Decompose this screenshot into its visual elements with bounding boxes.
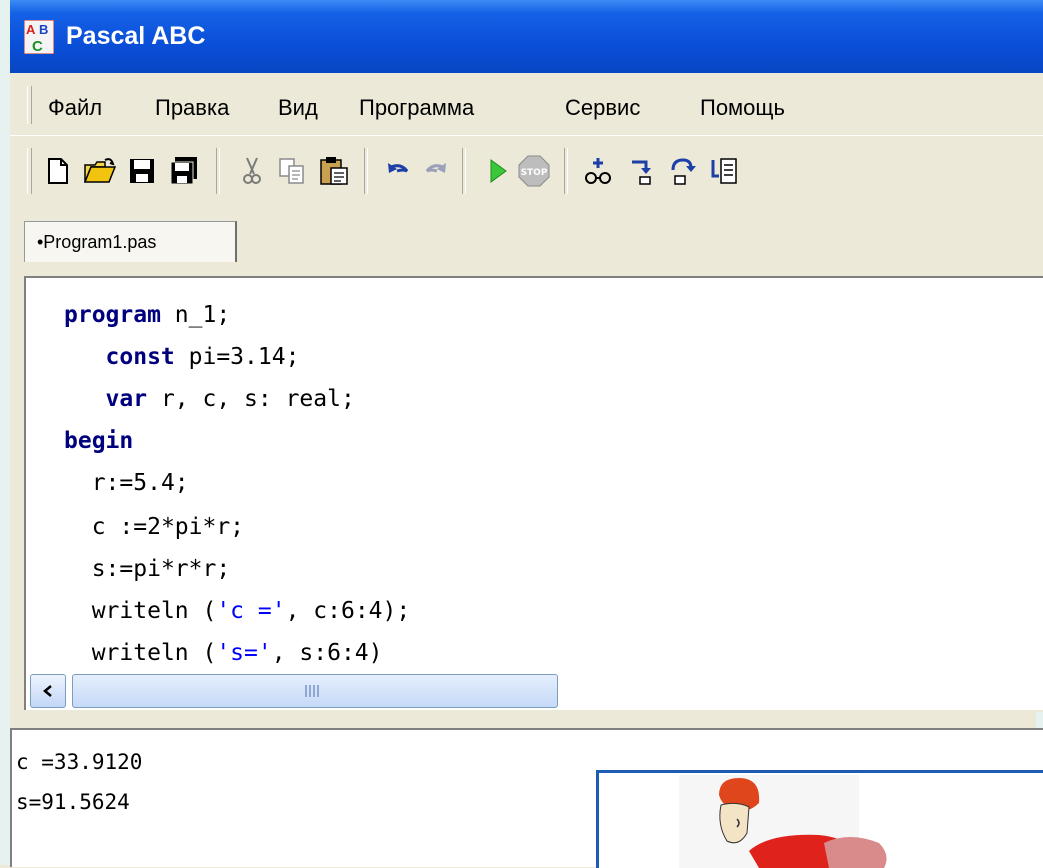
- undo-icon: [388, 163, 409, 173]
- code-line[interactable]: const pi=3.14;: [64, 344, 300, 370]
- menu-grip[interactable]: [27, 86, 32, 124]
- add-watch-button[interactable]: [580, 154, 616, 188]
- scrollbar-grip: [305, 685, 321, 697]
- menu-service[interactable]: Сервис: [565, 95, 640, 121]
- cut-button[interactable]: [234, 154, 270, 188]
- svg-text:STOP: STOP: [521, 168, 548, 178]
- horizontal-scrollbar[interactable]: [24, 670, 1043, 710]
- illustration: [596, 770, 1043, 868]
- copy-button[interactable]: [274, 154, 310, 188]
- keyword: var: [105, 386, 148, 412]
- toolbar-separator: [564, 148, 568, 194]
- menu-file[interactable]: Файл: [48, 95, 102, 121]
- menu-program[interactable]: Программа: [359, 95, 474, 121]
- code-line[interactable]: c :=2*pi*r;: [64, 514, 244, 540]
- run-icon: [490, 159, 507, 183]
- redo-button[interactable]: [418, 154, 454, 188]
- code-editor[interactable]: program n_1; const pi=3.14; var r, c, s:…: [24, 276, 1043, 678]
- scrollbar-thumb[interactable]: [72, 674, 558, 708]
- open-file-button[interactable]: [82, 154, 118, 188]
- code-line[interactable]: writeln ('c =', c:6:4);: [64, 598, 411, 624]
- open-folder-icon: [83, 158, 117, 183]
- chevron-left-icon: [43, 685, 52, 697]
- code-line[interactable]: r:=5.4;: [64, 470, 189, 496]
- toolbar: STOP: [10, 135, 1043, 208]
- svg-text:C: C: [32, 38, 43, 54]
- code-line[interactable]: var r, c, s: real;: [64, 386, 355, 412]
- keyword: const: [105, 344, 175, 370]
- keyword: begin: [64, 428, 134, 454]
- cut-icon: [243, 157, 261, 184]
- output-line: s=91.5624: [16, 790, 130, 814]
- menu-view[interactable]: Вид: [278, 95, 318, 121]
- toolbar-separator: [364, 148, 368, 194]
- tab-program1[interactable]: •Program1.pas: [24, 221, 237, 262]
- tab-label: •Program1.pas: [37, 232, 157, 252]
- string-literal: 'c =': [216, 598, 286, 624]
- cartoon-figure-image: [599, 773, 1043, 868]
- menu-edit[interactable]: Правка: [155, 95, 229, 121]
- string-literal: 's=': [216, 640, 272, 666]
- code-line[interactable]: s:=pi*r*r;: [64, 556, 230, 582]
- stop-button[interactable]: STOP: [516, 154, 552, 188]
- new-file-button[interactable]: [40, 154, 76, 188]
- step-over-button[interactable]: [666, 154, 702, 188]
- keyword: program: [64, 302, 161, 328]
- paste-icon: [320, 157, 348, 185]
- code-line[interactable]: writeln ('s=', s:6:4): [64, 640, 383, 666]
- scroll-left-button[interactable]: [30, 674, 66, 708]
- svg-text:B: B: [39, 22, 48, 37]
- toolbar-grip[interactable]: [27, 148, 32, 194]
- add-watch-icon: [585, 158, 611, 184]
- editor-pane: program n_1; const pi=3.14; var r, c, s:…: [10, 262, 1043, 712]
- output-line: c =33.9120: [16, 750, 143, 774]
- pascal-abc-app-icon: A B C: [24, 20, 54, 54]
- step-over-icon: [671, 158, 696, 185]
- redo-icon: [425, 163, 446, 173]
- toolbar-separator: [462, 148, 466, 194]
- menu-bar: Файл Правка Вид Программа Сервис Помощь: [10, 73, 1043, 135]
- step-into-button[interactable]: [624, 154, 660, 188]
- evaluate-icon: [711, 158, 737, 184]
- slide-background-left: [0, 0, 10, 865]
- window-title: Pascal ABC: [66, 22, 206, 50]
- new-file-icon: [48, 158, 68, 184]
- save-all-icon: [170, 157, 197, 185]
- code-line[interactable]: program n_1;: [64, 302, 230, 328]
- stop-icon: STOP: [518, 155, 550, 187]
- toolbar-separator: [216, 148, 220, 194]
- code-line[interactable]: begin: [64, 428, 133, 454]
- evaluate-button[interactable]: [706, 154, 742, 188]
- svg-text:A: A: [26, 22, 36, 37]
- tab-strip: •Program1.pas: [10, 207, 1043, 262]
- undo-button[interactable]: [380, 154, 416, 188]
- paste-button[interactable]: [316, 154, 352, 188]
- menu-help[interactable]: Помощь: [700, 95, 785, 121]
- step-into-icon: [632, 160, 651, 185]
- save-icon: [130, 159, 154, 183]
- save-button[interactable]: [124, 154, 160, 188]
- title-bar[interactable]: A B C Pascal ABC: [10, 0, 1043, 73]
- save-all-button[interactable]: [166, 154, 202, 188]
- run-button[interactable]: [480, 154, 516, 188]
- copy-icon: [279, 158, 304, 184]
